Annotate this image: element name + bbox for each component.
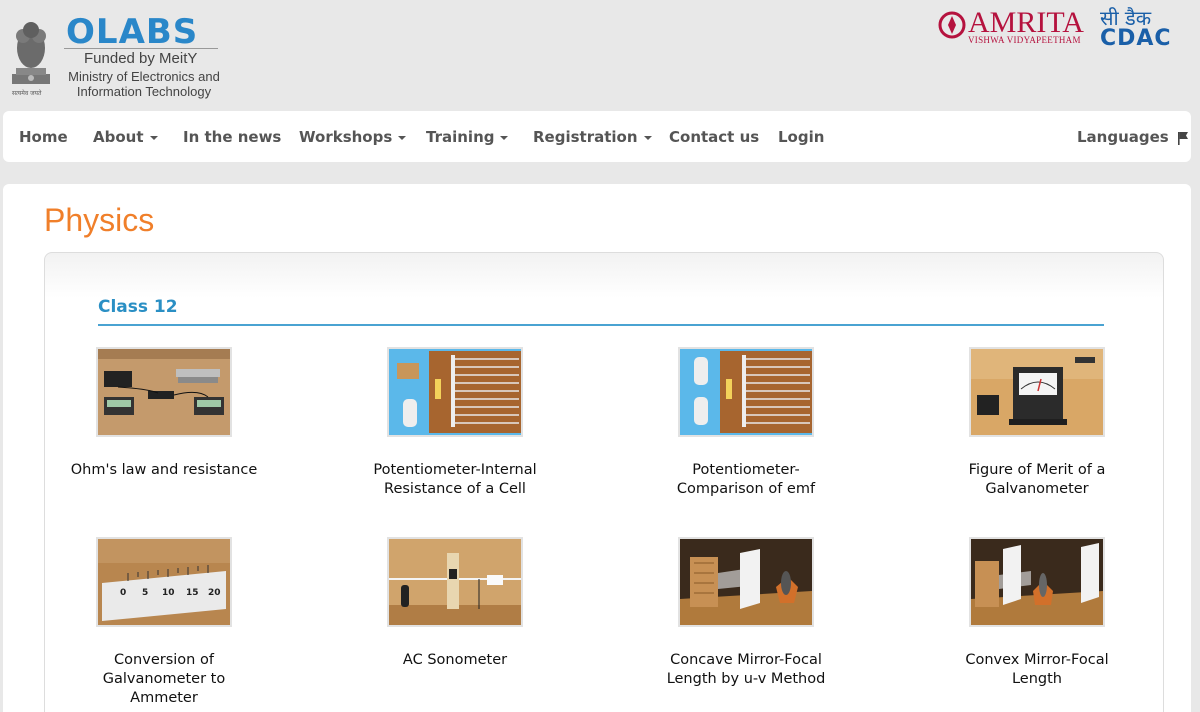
- experiment-title-line: Length by u-v Method: [666, 671, 826, 687]
- main-content: Physics Class 12 Ohm's law and resistanc…: [3, 184, 1191, 712]
- main-navbar: Home About In the news Workshops Trainin…: [3, 111, 1191, 162]
- experiment-title[interactable]: Ohm's law and resistance: [54, 461, 274, 480]
- nav-contact-us[interactable]: Contact us: [669, 128, 759, 146]
- section-divider: [98, 324, 1104, 326]
- experiment-title-line: Potentiometer-: [692, 462, 800, 478]
- experiment-thumbnail[interactable]: [96, 347, 232, 437]
- ruler-thumbnail: 0 5 10 15 20: [98, 539, 230, 625]
- experiment-thumbnail[interactable]: 0 5 10 15 20: [96, 537, 232, 627]
- galvanometer-thumbnail: [971, 349, 1103, 435]
- logo-divider: [64, 48, 218, 49]
- experiment-title[interactable]: AC Sonometer: [345, 651, 565, 670]
- amrita-seal-icon: [938, 11, 966, 39]
- mirror-bench-thumbnail: [971, 539, 1103, 625]
- potentiometer-thumbnail: [680, 349, 812, 435]
- experiment-thumbnail[interactable]: [969, 347, 1105, 437]
- nav-home-label: Home: [19, 128, 68, 146]
- experiment-card-galvanometer-to-ammeter[interactable]: 0 5 10 15 20 Conversion of Galvanometer …: [54, 537, 274, 708]
- nav-registration-label: Registration: [533, 128, 638, 146]
- chevron-down-icon: [398, 135, 407, 140]
- emblem-caption: सत्यमेव जयते: [12, 90, 42, 97]
- section-title: Class 12: [98, 297, 178, 317]
- amrita-subtitle: VISHWA VIDYAPEETHAM: [968, 35, 1081, 45]
- nav-about[interactable]: About: [93, 128, 158, 146]
- experiment-thumbnail[interactable]: [678, 537, 814, 627]
- nav-languages[interactable]: Languages: [1077, 128, 1189, 146]
- flag-icon: [1177, 131, 1188, 145]
- experiment-card-potentiometer-comparison-emf[interactable]: Potentiometer- Comparison of emf: [636, 347, 856, 499]
- ruler-tick-label: 20: [208, 588, 221, 598]
- experiment-thumbnail[interactable]: [969, 537, 1105, 627]
- chevron-down-icon: [643, 135, 652, 140]
- experiment-thumbnail[interactable]: [387, 347, 523, 437]
- experiment-card-convex-mirror[interactable]: Convex Mirror-Focal Length: [927, 537, 1147, 689]
- nav-registration[interactable]: Registration: [533, 128, 652, 146]
- nav-in-the-news[interactable]: In the news: [183, 128, 281, 146]
- experiment-title-line: Ohm's law and resistance: [70, 462, 258, 478]
- experiment-card-ac-sonometer[interactable]: AC Sonometer: [345, 537, 565, 670]
- experiment-title-line: Convex Mirror-Focal: [965, 652, 1109, 668]
- experiment-title-line: Conversion of: [114, 652, 214, 668]
- nav-training-label: Training: [426, 128, 495, 146]
- ohms-law-thumbnail: [98, 349, 230, 435]
- experiment-title-line: Potentiometer-Internal: [373, 462, 537, 478]
- potentiometer-thumbnail: [389, 349, 521, 435]
- experiment-title-line: Galvanometer: [985, 481, 1089, 497]
- experiment-title-line: Length: [1011, 671, 1062, 687]
- nav-contact-us-label: Contact us: [669, 128, 760, 146]
- experiment-thumbnail[interactable]: [387, 537, 523, 627]
- experiment-title[interactable]: Figure of Merit of a Galvanometer: [927, 461, 1147, 499]
- ruler-tick-label: 5: [142, 588, 148, 598]
- ruler-tick-label: 10: [162, 588, 175, 598]
- experiment-title-line: Comparison of emf: [676, 481, 816, 497]
- experiment-title[interactable]: Conversion of Galvanometer to Ammeter: [54, 651, 274, 708]
- ministry-text: Ministry of Electronics and Information …: [62, 69, 226, 99]
- mirror-bench-thumbnail: [680, 539, 812, 625]
- nav-login-label: Login: [778, 128, 825, 146]
- cdac-logo[interactable]: CDAC: [1100, 26, 1172, 51]
- experiment-title-line: Ammeter: [130, 690, 198, 706]
- experiment-title[interactable]: Concave Mirror-Focal Length by u-v Metho…: [636, 651, 856, 689]
- nav-about-label: About: [93, 128, 144, 146]
- experiment-title[interactable]: Potentiometer-Internal Resistance of a C…: [345, 461, 565, 499]
- experiment-title[interactable]: Potentiometer- Comparison of emf: [636, 461, 856, 499]
- experiment-thumbnail[interactable]: [678, 347, 814, 437]
- nav-training[interactable]: Training: [426, 128, 509, 146]
- ministry-line-2: Information Technology: [76, 84, 212, 99]
- ruler-tick-label: 15: [186, 588, 199, 598]
- experiment-title[interactable]: Convex Mirror-Focal Length: [927, 651, 1147, 689]
- nav-in-the-news-label: In the news: [183, 128, 282, 146]
- nav-workshops[interactable]: Workshops: [299, 128, 407, 146]
- page-title: Physics: [44, 202, 155, 238]
- olabs-logo[interactable]: OLABS: [66, 12, 198, 52]
- ministry-line-1: Ministry of Electronics and: [68, 69, 220, 84]
- experiment-title-line: Figure of Merit of a: [968, 462, 1106, 478]
- chevron-down-icon: [500, 135, 509, 140]
- chevron-down-icon: [149, 135, 158, 140]
- nav-workshops-label: Workshops: [299, 128, 393, 146]
- site-header: सत्यमेव जयते OLABS Funded by MeitY Minis…: [0, 0, 1200, 110]
- nav-login[interactable]: Login: [778, 128, 824, 146]
- experiment-title-line: AC Sonometer: [402, 652, 508, 668]
- ruler-tick-label: 0: [120, 588, 126, 598]
- experiment-title-line: Concave Mirror-Focal: [670, 652, 822, 668]
- experiment-card-potentiometer-internal-resistance[interactable]: Potentiometer-Internal Resistance of a C…: [345, 347, 565, 499]
- funded-by-text: Funded by MeitY: [84, 50, 198, 67]
- nav-languages-label: Languages: [1077, 128, 1169, 146]
- experiment-title-line: Galvanometer to: [102, 671, 226, 687]
- experiment-card-concave-mirror[interactable]: Concave Mirror-Focal Length by u-v Metho…: [636, 537, 856, 689]
- experiments-panel: Class 12 Ohm's law and resistance Potent…: [44, 252, 1164, 712]
- experiment-title-line: Resistance of a Cell: [384, 481, 526, 497]
- national-emblem-icon: [12, 22, 50, 84]
- experiment-card-figure-of-merit[interactable]: Figure of Merit of a Galvanometer: [927, 347, 1147, 499]
- nav-home[interactable]: Home: [19, 128, 68, 146]
- sonometer-thumbnail: [389, 539, 521, 625]
- experiment-card-ohms-law[interactable]: Ohm's law and resistance: [54, 347, 274, 480]
